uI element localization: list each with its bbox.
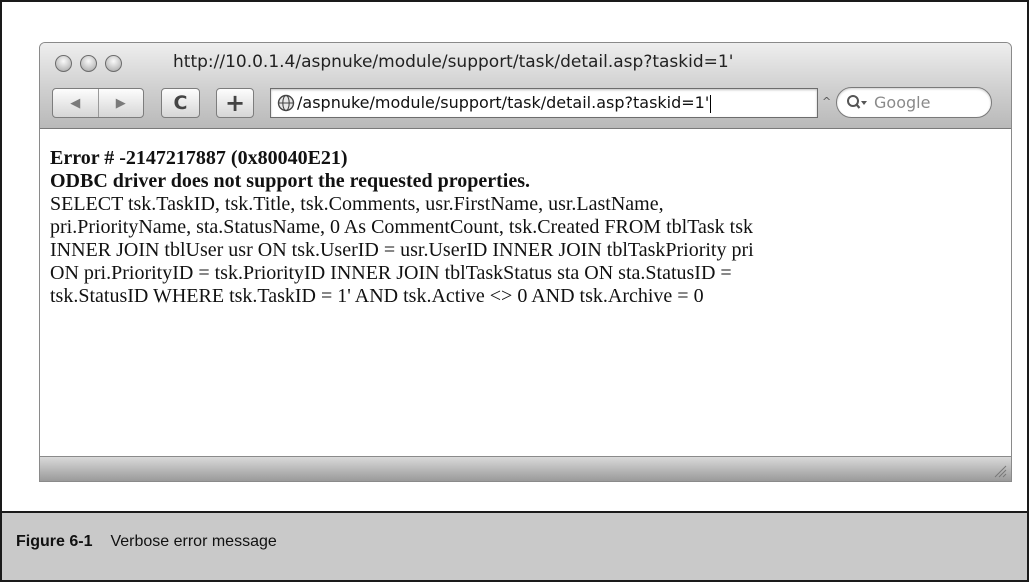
forward-button[interactable]: ▶ — [99, 96, 144, 111]
close-window-button[interactable] — [55, 55, 72, 72]
page-content: Error # -2147217887 (0x80040E21) ODBC dr… — [50, 147, 1000, 308]
caption: Figure 6-1 Verbose error message — [16, 533, 277, 551]
error-code-line: Error # -2147217887 (0x80040E21) — [50, 147, 348, 169]
reload-button[interactable]: C — [161, 88, 200, 118]
window-title: http://10.0.1.4/aspnuke/module/support/t… — [173, 52, 734, 72]
sql-line: pri.PriorityName, sta.StatusName, 0 As C… — [50, 216, 754, 238]
figure-frame: http://10.0.1.4/aspnuke/module/support/t… — [0, 0, 1029, 582]
sql-line: tsk.StatusID WHERE tsk.TaskID = 1' AND t… — [50, 285, 704, 307]
snapback-icon[interactable]: ^ — [822, 95, 831, 108]
browser-window: http://10.0.1.4/aspnuke/module/support/t… — [39, 42, 1012, 482]
sql-line: SELECT tsk.TaskID, tsk.Title, tsk.Commen… — [50, 193, 664, 215]
resize-grip-icon[interactable] — [991, 462, 1007, 478]
add-bookmark-button[interactable]: + — [216, 88, 254, 118]
url-field[interactable]: /aspnuke/module/support/task/detail.asp?… — [297, 93, 712, 113]
sql-line: INNER JOIN tblUser usr ON tsk.UserID = u… — [50, 239, 754, 261]
error-message-line: ODBC driver does not support the request… — [50, 170, 530, 192]
back-button[interactable]: ◀ — [53, 96, 98, 111]
search-icon — [847, 94, 867, 109]
browser-toolbar: http://10.0.1.4/aspnuke/module/support/t… — [40, 43, 1011, 129]
caption-text: Verbose error message — [110, 533, 277, 550]
text-cursor — [710, 94, 712, 113]
address-bar[interactable]: /aspnuke/module/support/task/detail.asp?… — [270, 88, 818, 118]
back-forward-buttons: ◀ ▶ — [52, 88, 144, 118]
sql-line: ON pri.PriorityID = tsk.PriorityID INNER… — [50, 262, 732, 284]
status-bar — [40, 456, 1011, 481]
minimize-window-button[interactable] — [80, 55, 97, 72]
search-field[interactable]: Google — [836, 87, 992, 118]
zoom-window-button[interactable] — [105, 55, 122, 72]
globe-icon — [277, 94, 295, 112]
figure-area: http://10.0.1.4/aspnuke/module/support/t… — [2, 2, 1027, 511]
caption-label: Figure 6-1 — [16, 533, 93, 550]
url-text: /aspnuke/module/support/task/detail.asp?… — [297, 93, 710, 113]
figure-caption: Figure 6-1 Verbose error message — [2, 511, 1027, 580]
search-placeholder: Google — [874, 93, 931, 112]
